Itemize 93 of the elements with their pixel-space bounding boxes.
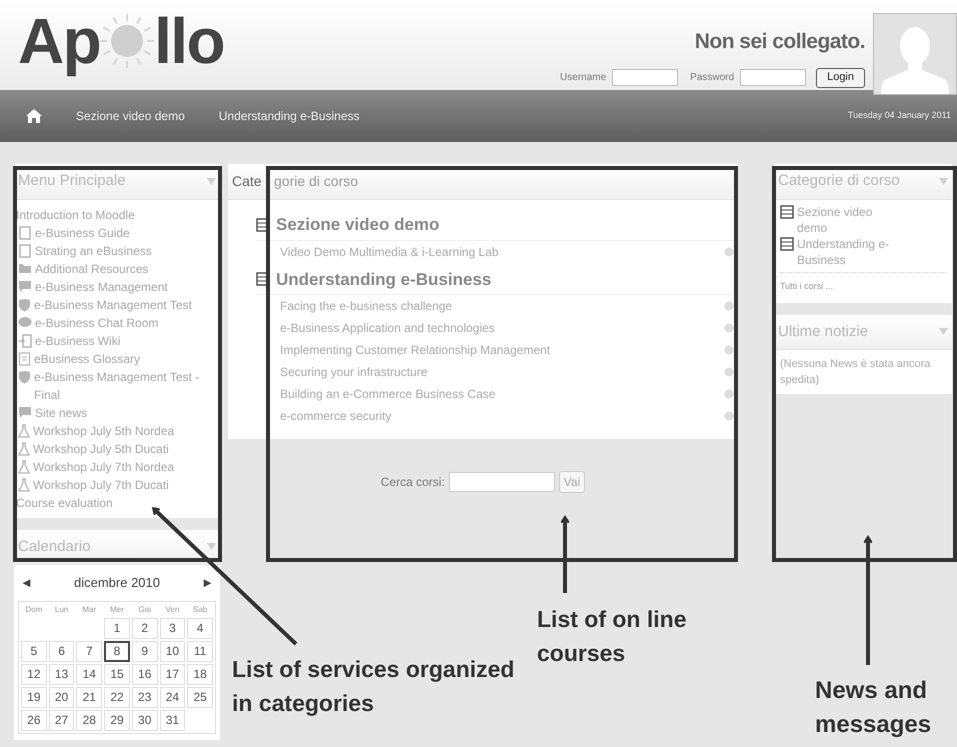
calendar-day[interactable]: 5 — [21, 640, 47, 662]
panel-title: Cate — [232, 172, 263, 191]
calendar-day[interactable]: 7 — [76, 640, 102, 662]
collapse-icon[interactable] — [939, 328, 948, 336]
calendar-day[interactable]: 18 — [187, 664, 213, 684]
weekday-label: Lun — [54, 604, 70, 616]
weekday-label: Ven — [164, 604, 180, 616]
calendar-day[interactable]: 23 — [132, 686, 158, 708]
login-button[interactable]: Login — [816, 68, 865, 88]
logo-text: llo — [154, 6, 224, 76]
calendar-day[interactable]: 25 — [187, 686, 213, 708]
next-month-button[interactable]: ► — [201, 573, 214, 592]
speech-bubble-icon — [18, 280, 32, 292]
username-label: Username — [560, 71, 606, 85]
collapse-icon[interactable] — [207, 543, 216, 550]
nav-link[interactable]: Understanding e-Business — [218, 107, 360, 125]
speech-bubble-icon — [18, 406, 32, 418]
calendar-day[interactable]: 30 — [132, 710, 158, 730]
flask-icon — [18, 460, 30, 474]
username-field[interactable] — [612, 69, 678, 86]
search-label: Cerca corsi: — [380, 474, 445, 491]
weekday-label: Dom — [24, 604, 44, 616]
info-icon[interactable] — [724, 323, 734, 333]
calendar-day[interactable]: 1 — [104, 618, 130, 638]
month-title: dicembre 2010 — [74, 574, 160, 592]
category-icon — [780, 204, 794, 218]
date-text: Tuesday 04 January 2011 — [848, 109, 951, 122]
calendar-day[interactable]: 31 — [160, 710, 186, 730]
calendar-day[interactable]: 8 — [104, 640, 130, 662]
calendar-day[interactable]: 22 — [104, 686, 130, 708]
nav-link[interactable]: Sezione video demo — [76, 107, 185, 125]
calendar-day[interactable]: 9 — [132, 640, 158, 662]
calendar-day[interactable]: 2 — [132, 618, 158, 638]
calendar-day[interactable]: 4 — [187, 618, 213, 638]
calendar-day[interactable]: 15 — [104, 664, 130, 684]
shield-icon — [18, 370, 31, 384]
previous-month-button[interactable]: ◄ — [20, 573, 33, 592]
collapse-icon[interactable] — [939, 178, 948, 185]
annotation-label: List of on line courses — [537, 605, 688, 668]
annotation-label: List of services organized in categories — [232, 655, 516, 718]
block-title: Categorie di corso — [778, 171, 900, 191]
calendar-day[interactable]: 29 — [104, 710, 130, 730]
flask-icon — [18, 442, 30, 456]
home-icon[interactable] — [26, 109, 42, 123]
notebook-icon — [18, 352, 31, 366]
info-icon[interactable] — [724, 411, 734, 421]
course-search-field[interactable] — [448, 472, 555, 492]
calendar-day[interactable]: 12 — [21, 664, 47, 684]
weekday-label: Sab — [192, 604, 208, 616]
flask-icon — [18, 424, 30, 438]
block-title: Menu Principale — [18, 171, 126, 191]
calendar-day[interactable]: 6 — [48, 640, 74, 662]
info-icon[interactable] — [724, 367, 734, 377]
password-label: Password — [690, 71, 734, 85]
calendar-day[interactable]: 28 — [76, 710, 102, 730]
calendar-day[interactable]: 26 — [21, 710, 47, 730]
info-icon[interactable] — [724, 301, 734, 311]
calendar-day[interactable]: 14 — [76, 664, 102, 684]
annotation-label: News and messages — [815, 676, 932, 740]
calendar-day[interactable]: 27 — [48, 710, 74, 730]
folder-icon — [18, 262, 32, 274]
password-field[interactable] — [740, 69, 806, 86]
info-icon[interactable] — [724, 246, 734, 256]
calendar-day[interactable]: 10 — [160, 640, 186, 662]
panel-title: gorie di corso — [274, 172, 358, 191]
block-title: Calendario — [18, 536, 91, 556]
logo-text: Ap — [18, 6, 100, 76]
news-message: (Nessuna News è stata ancora spedita) — [779, 357, 932, 388]
wiki-icon — [18, 334, 32, 348]
calendar-day[interactable]: 17 — [160, 664, 186, 684]
category-icon — [780, 236, 794, 250]
calendar-day[interactable]: 11 — [187, 640, 213, 662]
weekday-label: Mer — [109, 604, 125, 616]
collapse-icon[interactable] — [207, 178, 216, 185]
document-icon — [18, 226, 32, 240]
calendar-day[interactable]: 3 — [160, 618, 186, 638]
info-icon[interactable] — [724, 389, 734, 399]
shield-icon — [18, 298, 31, 312]
calendar-day[interactable]: 21 — [76, 686, 102, 708]
calendar-day[interactable]: 16 — [132, 664, 158, 684]
chat-icon — [18, 316, 32, 328]
calendar-day[interactable]: 19 — [21, 686, 47, 708]
calendar-day[interactable]: 13 — [48, 664, 74, 684]
login-status: Non sei collegato. — [694, 29, 865, 55]
calendar-day[interactable]: 20 — [48, 686, 74, 708]
document-icon — [18, 244, 32, 258]
info-icon[interactable] — [724, 345, 734, 355]
weekday-label: Gio — [137, 604, 152, 616]
weekday-label: Mar — [81, 604, 98, 616]
sun-icon — [98, 12, 156, 70]
flask-icon — [18, 478, 30, 492]
calendar-day[interactable]: 24 — [160, 686, 186, 708]
block-title: Ultime notizie — [778, 322, 868, 342]
